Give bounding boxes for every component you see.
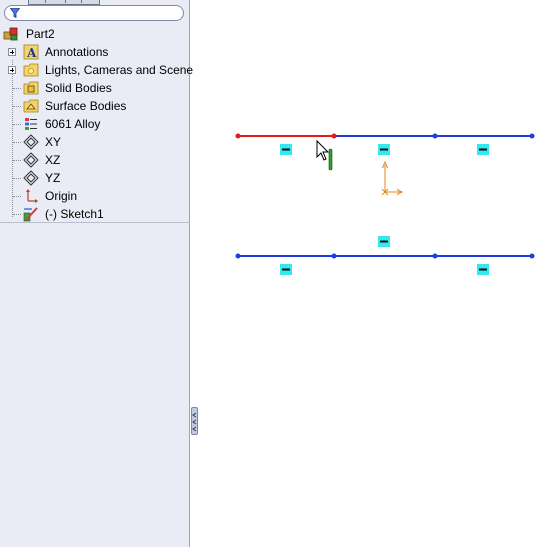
svg-text:A: A — [26, 46, 37, 60]
sketch-endpoint[interactable] — [432, 253, 438, 259]
plane-icon — [23, 134, 39, 150]
sketch-endpoint[interactable] — [529, 253, 535, 259]
horizontal-relation-icon[interactable] — [280, 144, 292, 155]
tree-item-label: YZ — [45, 171, 61, 185]
tree-item-label: (-) Sketch1 — [45, 207, 104, 221]
origin-icon — [26, 189, 38, 203]
tree-item-label: Solid Bodies — [45, 81, 112, 95]
mouse-cursor-icon — [316, 139, 333, 171]
tree-item-label: Annotations — [45, 45, 109, 59]
tree-item-label: Lights, Cameras and Scene — [45, 63, 194, 77]
graphics-area[interactable] — [191, 0, 546, 547]
plane-icon — [23, 152, 39, 168]
tree-item-label: Origin — [45, 189, 78, 203]
feature-tree: Part2 A Annotations Lights, Cameras and … — [0, 24, 194, 223]
tree-item-label: XY — [45, 135, 62, 149]
filter-icon — [10, 8, 20, 18]
part-icon — [3, 27, 18, 41]
sketch-icon — [23, 207, 38, 222]
plane-icon — [23, 170, 39, 186]
horizontal-relation-icon[interactable] — [280, 264, 292, 275]
feature-manager-panel: Part2 A Annotations Lights, Cameras and … — [0, 0, 194, 547]
sketch-origin-icon — [381, 160, 404, 196]
horizontal-relation-icon[interactable] — [477, 144, 489, 155]
solid-bodies-icon — [23, 81, 39, 95]
sketch-endpoint[interactable] — [235, 133, 241, 139]
annotations-icon: A — [23, 44, 39, 60]
tree-root-label: Part2 — [26, 27, 55, 41]
expand-toggle[interactable] — [8, 48, 16, 56]
tree-item-label: Surface Bodies — [45, 99, 127, 113]
horizontal-relation-icon[interactable] — [378, 236, 390, 247]
sketch-endpoint[interactable] — [331, 253, 337, 259]
tree-item-label: 6061 Alloy — [45, 117, 101, 131]
lights-icon — [23, 63, 39, 77]
sketch-endpoint[interactable] — [529, 133, 535, 139]
sketch-endpoint[interactable] — [331, 133, 337, 139]
tree-item-label: XZ — [45, 153, 61, 167]
horizontal-relation-icon[interactable] — [477, 264, 489, 275]
filter-input[interactable] — [4, 5, 184, 21]
horizontal-relation-icon[interactable] — [378, 144, 390, 155]
sketch-endpoint[interactable] — [235, 253, 241, 259]
material-icon — [25, 118, 37, 130]
expand-toggle[interactable] — [8, 66, 16, 74]
surface-bodies-icon — [23, 99, 39, 113]
sketch-endpoint[interactable] — [432, 133, 438, 139]
